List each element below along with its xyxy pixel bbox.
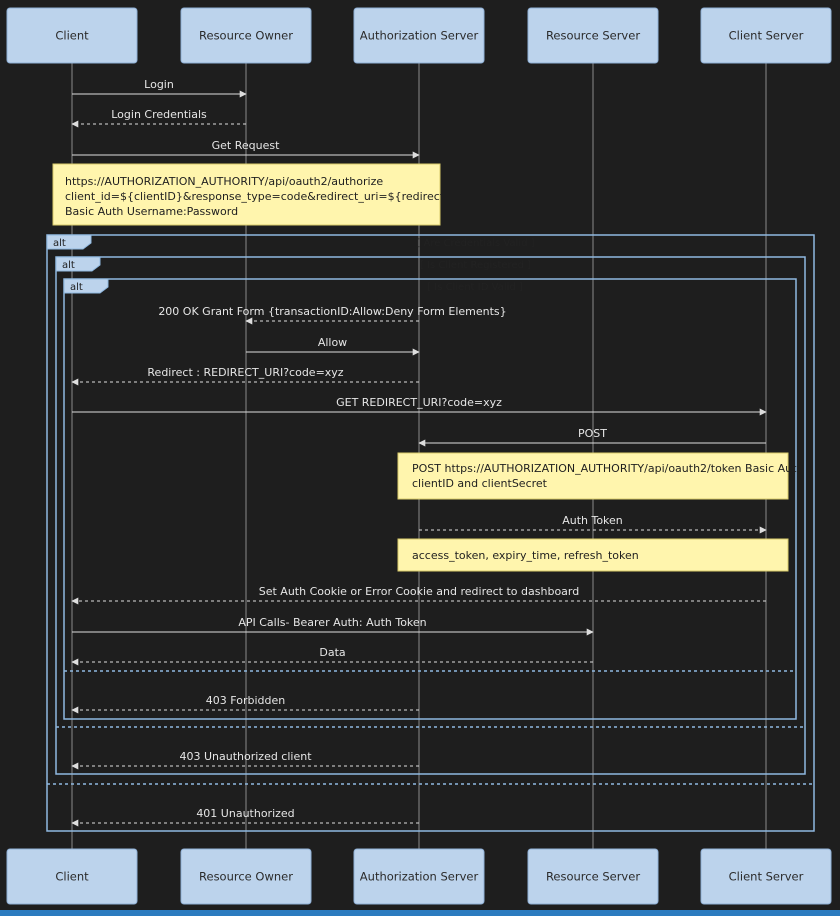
alt-frame-a2 [55, 256, 806, 775]
alt-frame-a1 [46, 234, 815, 832]
alt-condition-a3: [ Is Client ID Valid ] [427, 282, 523, 293]
note-line-n1: client_id=${clientID}&response_type=code… [65, 190, 471, 203]
actor-label-top-resource: Resource Server [546, 29, 640, 43]
message-label-m9: Auth Token [562, 514, 623, 527]
message-label-m10: Set Auth Cookie or Error Cookie and redi… [259, 585, 579, 598]
alt-condition-a1: [ Are Credentials Valid ] [416, 238, 534, 249]
message-label-m2: Login Credentials [111, 108, 207, 121]
actor-label-top-auth: Authorization Server [360, 29, 479, 43]
actor-label-bottom-clientserver: Client Server [729, 870, 804, 884]
note-line-n3: access_token, expiry_time, refresh_token [412, 549, 639, 562]
message-label-m8: POST [578, 427, 607, 440]
actor-label-bottom-client: Client [55, 870, 89, 884]
message-label-m7: GET REDIRECT_URI?code=xyz [336, 396, 502, 409]
note-line-n2: POST https://AUTHORIZATION_AUTHORITY/api… [412, 462, 803, 475]
message-label-m13: 403 Forbidden [206, 694, 285, 707]
message-label-m4: 200 OK Grant Form {transactionID:Allow:D… [158, 305, 506, 318]
alt-tag-a3: alt [70, 282, 83, 293]
message-label-m5: Allow [318, 336, 347, 349]
sequence-diagram: alt [ Are Credentials Valid ] alt [ Is Clie… [0, 0, 840, 916]
note-n2 [397, 452, 789, 500]
alt-condition-a2: [ Is Client Registered ] [420, 260, 531, 271]
message-label-m11: API Calls- Bearer Auth: Auth Token [238, 616, 426, 629]
message-label-m14: 403 Unauthorized client [179, 750, 312, 763]
actor-label-top-clientserver: Client Server [729, 29, 804, 43]
alt-tag-a1: alt [53, 238, 66, 249]
message-label-m15: 401 Unauthorized [196, 807, 294, 820]
note-line-n1: Basic Auth Username:Password [65, 205, 238, 218]
sequence-diagram-canvas: alt [ Are Credentials Valid ] alt [ Is Clie… [6, 7, 832, 905]
message-label-m1: Login [144, 78, 174, 91]
actor-label-bottom-owner: Resource Owner [199, 870, 293, 884]
note-line-n1: https://AUTHORIZATION_AUTHORITY/api/oaut… [65, 175, 383, 188]
alt-tag-a2: alt [62, 260, 75, 271]
actor-label-bottom-auth: Authorization Server [360, 870, 479, 884]
message-label-m6: Redirect : REDIRECT_URI?code=xyz [147, 366, 343, 379]
note-line-n2: clientID and clientSecret [412, 477, 548, 490]
bottom-scroll-strip [0, 910, 840, 916]
actor-label-bottom-resource: Resource Server [546, 870, 640, 884]
message-label-m12: Data [319, 646, 345, 659]
actor-label-top-client: Client [55, 29, 89, 43]
actor-label-top-owner: Resource Owner [199, 29, 293, 43]
message-label-m3: Get Request [212, 139, 280, 152]
